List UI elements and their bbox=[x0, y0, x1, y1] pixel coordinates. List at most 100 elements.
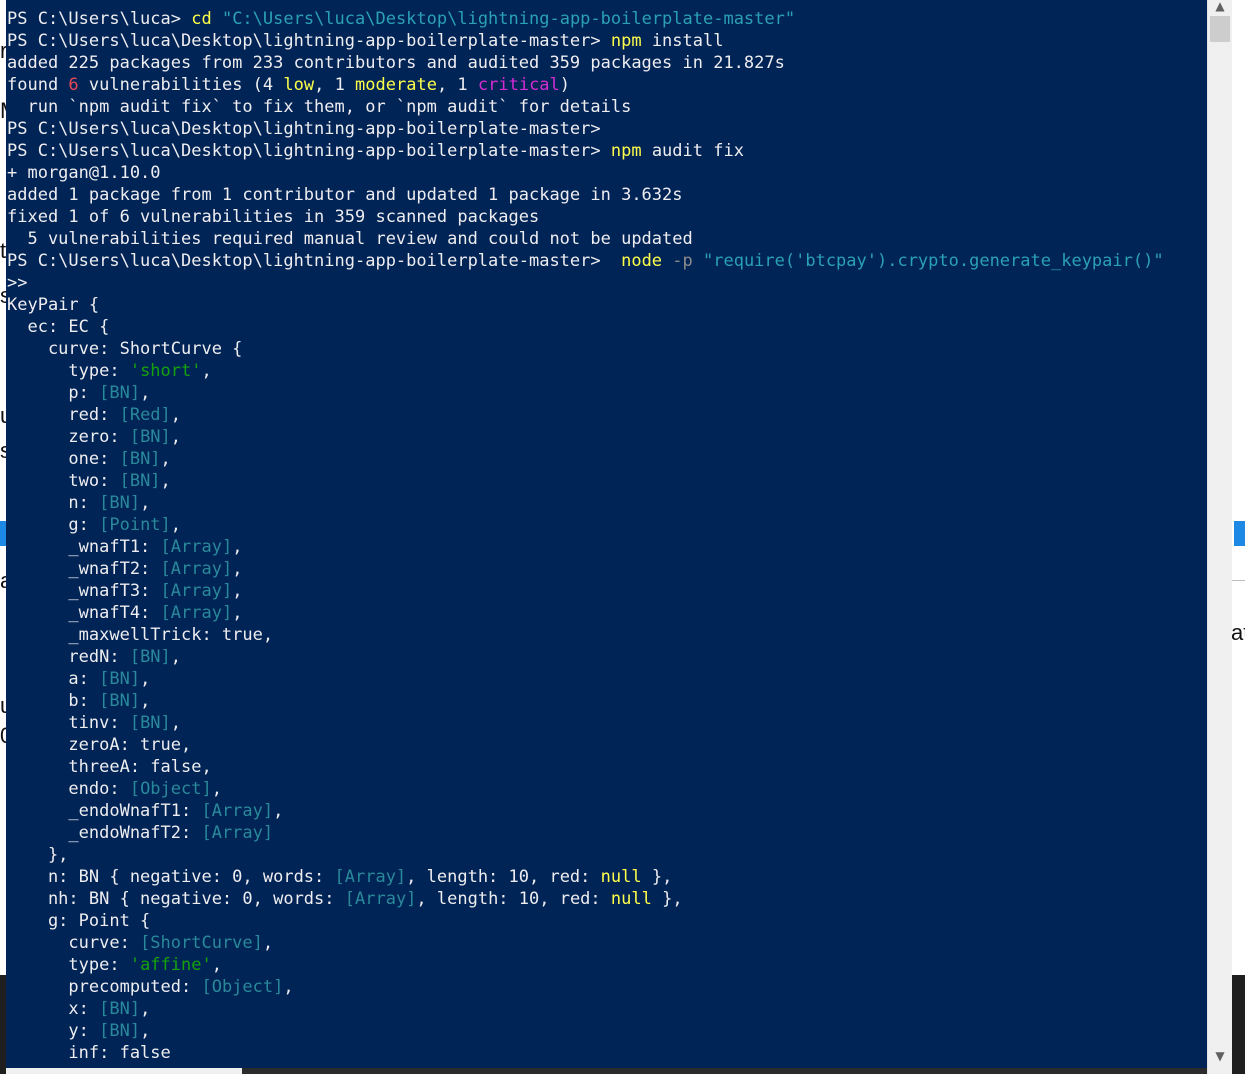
terminal-text: precomputed: bbox=[7, 977, 202, 997]
terminal-text: [BN] bbox=[129, 713, 171, 733]
terminal-text: audit fix bbox=[651, 141, 744, 161]
terminal-text: [BN] bbox=[99, 383, 141, 403]
terminal-line: g: Point { bbox=[7, 910, 1207, 932]
terminal-text: , bbox=[140, 669, 151, 689]
background-blue-bar-right bbox=[1234, 521, 1245, 546]
scroll-down-icon[interactable]: ▼ bbox=[1208, 1046, 1232, 1066]
terminal-line: added 225 packages from 233 contributors… bbox=[7, 52, 1207, 74]
terminal-text: y: bbox=[7, 1021, 100, 1041]
terminal-line: x: [BN], bbox=[7, 998, 1207, 1020]
scroll-up-icon[interactable]: ▲ bbox=[1208, 0, 1232, 14]
terminal-text: [Array] bbox=[160, 581, 233, 601]
terminal-text: [Array] bbox=[334, 867, 407, 887]
terminal-text: node bbox=[621, 251, 673, 271]
terminal-text: , bbox=[140, 691, 151, 711]
terminal-text: }, bbox=[7, 845, 69, 865]
terminal-text: vulnerabilities (4 bbox=[78, 75, 284, 95]
terminal-line: type: 'short', bbox=[7, 360, 1207, 382]
terminal-text: moderate bbox=[355, 75, 437, 95]
terminal-line: y: [BN], bbox=[7, 1020, 1207, 1042]
terminal-text: [ShortCurve] bbox=[140, 933, 263, 953]
terminal-line: }, bbox=[7, 844, 1207, 866]
terminal-text: [Object] bbox=[201, 977, 284, 997]
terminal-line: curve: [ShortCurve], bbox=[7, 932, 1207, 954]
terminal-text: found bbox=[7, 75, 69, 95]
terminal-line: inf: false bbox=[7, 1042, 1207, 1064]
terminal-text: nh: BN { negative: 0, words: bbox=[7, 889, 345, 909]
terminal-text: [Array] bbox=[344, 889, 417, 909]
terminal-text: [Point] bbox=[99, 515, 171, 535]
terminal-text: , length: 10, red: bbox=[406, 867, 601, 887]
terminal-line: red: [Red], bbox=[7, 404, 1207, 426]
terminal-text: [Array] bbox=[201, 801, 274, 821]
powershell-terminal[interactable]: PS C:\Users\luca> cd "C:\Users\luca\Desk… bbox=[6, 0, 1207, 1068]
terminal-text: [BN] bbox=[99, 999, 141, 1019]
terminal-text: tinv: bbox=[7, 713, 130, 733]
terminal-output: PS C:\Users\luca> cd "C:\Users\luca\Desk… bbox=[7, 8, 1207, 1064]
terminal-text: null bbox=[600, 867, 642, 887]
terminal-text: curve: ShortCurve { bbox=[7, 339, 243, 359]
scroll-thumb[interactable] bbox=[1210, 16, 1230, 42]
terminal-text: g: Point { bbox=[7, 911, 151, 931]
terminal-line: _endoWnafT1: [Array], bbox=[7, 800, 1207, 822]
terminal-text: _wnafT2: bbox=[7, 559, 161, 579]
terminal-text: curve: bbox=[7, 933, 141, 953]
terminal-text: KeyPair { bbox=[7, 295, 100, 315]
terminal-line: >> bbox=[7, 272, 1207, 294]
terminal-line: n: BN { negative: 0, words: [Array], len… bbox=[7, 866, 1207, 888]
terminal-line: g: [Point], bbox=[7, 514, 1207, 536]
terminal-text: , bbox=[170, 427, 182, 447]
terminal-text: inf: false bbox=[7, 1043, 171, 1063]
terminal-text: PS C:\Users\luca> bbox=[7, 9, 192, 29]
terminal-text: g: bbox=[7, 515, 100, 535]
terminal-text: , bbox=[211, 779, 222, 799]
terminal-text: PS C:\Users\luca\Desktop\lightning-app-b… bbox=[7, 31, 611, 51]
terminal-text: , bbox=[201, 361, 212, 381]
terminal-text: [Array] bbox=[160, 559, 233, 579]
vertical-scrollbar[interactable]: ▲ ▼ bbox=[1207, 0, 1232, 1074]
terminal-text: a: bbox=[7, 669, 100, 689]
terminal-text: "require('btcpay').crypto.generate_keypa… bbox=[703, 251, 1164, 271]
terminal-text: PS C:\Users\luca\Desktop\lightning-app-b… bbox=[7, 251, 622, 271]
terminal-text: [BN] bbox=[99, 1021, 141, 1041]
terminal-text: 5 vulnerabilities required manual review… bbox=[7, 229, 693, 249]
terminal-line: b: [BN], bbox=[7, 690, 1207, 712]
terminal-line: tinv: [BN], bbox=[7, 712, 1207, 734]
terminal-text: redN: bbox=[7, 647, 130, 667]
terminal-text: [BN] bbox=[99, 493, 141, 513]
terminal-text: PS C:\Users\luca\Desktop\lightning-app-b… bbox=[7, 141, 611, 161]
terminal-text: }, bbox=[651, 889, 683, 909]
terminal-text: p: bbox=[7, 383, 100, 403]
terminal-text: one: bbox=[7, 449, 120, 469]
terminal-text: n: bbox=[7, 493, 100, 513]
terminal-text: ec: EC { bbox=[7, 317, 110, 337]
terminal-text: two: bbox=[7, 471, 120, 491]
terminal-line: run `npm audit fix` to fix them, or `npm… bbox=[7, 96, 1207, 118]
terminal-text: , bbox=[160, 471, 171, 491]
terminal-text: "C:\Users\luca\Desktop\lightning-app-boi… bbox=[221, 9, 796, 29]
terminal-text: _endoWnafT2: bbox=[7, 823, 202, 843]
terminal-text: + morgan@1.10.0 bbox=[7, 163, 161, 183]
terminal-text: , bbox=[232, 559, 243, 579]
terminal-line: KeyPair { bbox=[7, 294, 1207, 316]
terminal-text: _wnafT4: bbox=[7, 603, 161, 623]
terminal-line: type: 'affine', bbox=[7, 954, 1207, 976]
background-taskbar-right bbox=[1231, 975, 1245, 1074]
terminal-text: [Object] bbox=[129, 779, 212, 799]
terminal-bottom-edge-light bbox=[6, 1068, 242, 1074]
terminal-text: , length: 10, red: bbox=[416, 889, 611, 909]
terminal-line: a: [BN], bbox=[7, 668, 1207, 690]
terminal-text: fixed 1 of 6 vulnerabilities in 359 scan… bbox=[7, 207, 540, 227]
terminal-line: nh: BN { negative: 0, words: [Array], le… bbox=[7, 888, 1207, 910]
terminal-text: PS C:\Users\luca\Desktop\lightning-app-b… bbox=[7, 119, 601, 139]
terminal-text: _wnafT3: bbox=[7, 581, 161, 601]
terminal-text: [Array] bbox=[201, 823, 274, 843]
terminal-line: redN: [BN], bbox=[7, 646, 1207, 668]
terminal-line: precomputed: [Object], bbox=[7, 976, 1207, 998]
terminal-text: low bbox=[283, 75, 315, 95]
terminal-text: threeA: false, bbox=[7, 757, 212, 777]
terminal-text: , bbox=[283, 977, 294, 997]
terminal-text: type: bbox=[7, 955, 130, 975]
terminal-line: ec: EC { bbox=[7, 316, 1207, 338]
terminal-text: , 1 bbox=[314, 75, 356, 95]
